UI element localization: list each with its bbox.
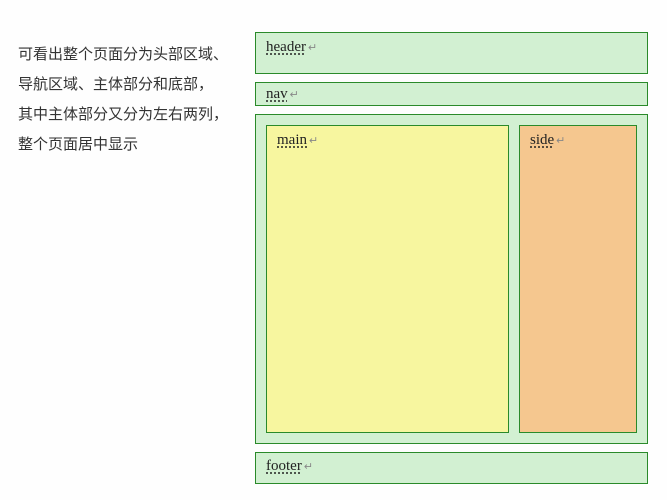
cr-mark: ↵ bbox=[290, 89, 299, 101]
nav-label: nav bbox=[266, 86, 288, 102]
footer-region: footer↵ bbox=[255, 452, 648, 484]
side-region: side↵ bbox=[519, 125, 637, 433]
header-region: header↵ bbox=[255, 32, 648, 74]
nav-region: nav↵ bbox=[255, 82, 648, 106]
cr-mark: ↵ bbox=[556, 135, 565, 147]
main-region: main↵ bbox=[266, 125, 509, 433]
header-label: header bbox=[266, 39, 306, 55]
cr-mark: ↵ bbox=[304, 461, 313, 473]
side-label: side bbox=[530, 132, 554, 148]
cr-mark: ↵ bbox=[309, 135, 318, 147]
description-line: 导航区域、主体部分和底部， bbox=[18, 70, 238, 100]
main-label: main bbox=[277, 132, 307, 148]
description-line: 其中主体部分又分为左右两列， bbox=[18, 100, 238, 130]
body-region: main↵ side↵ bbox=[255, 114, 648, 444]
description-line: 可看出整个页面分为头部区域、 bbox=[18, 40, 238, 70]
description-line: 整个页面居中显示 bbox=[18, 130, 238, 160]
cr-mark: ↵ bbox=[308, 42, 317, 54]
layout-diagram: header↵ nav↵ main↵ side↵ footer↵ bbox=[255, 32, 648, 492]
footer-label: footer bbox=[266, 458, 302, 474]
description-text: 可看出整个页面分为头部区域、 导航区域、主体部分和底部， 其中主体部分又分为左右… bbox=[18, 40, 238, 160]
